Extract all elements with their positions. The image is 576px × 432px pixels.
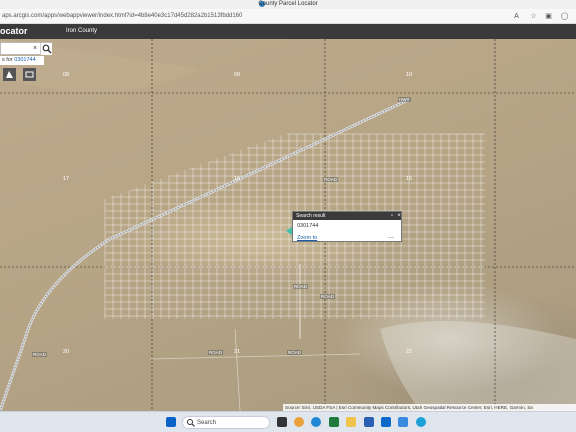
chrome-icon[interactable] — [294, 417, 304, 427]
road-label: ROAD — [287, 350, 303, 355]
maximize-icon[interactable]: ▫ — [389, 213, 395, 219]
locate-button[interactable] — [3, 68, 16, 81]
taskbar: Search — [0, 411, 576, 432]
start-icon[interactable] — [166, 417, 176, 427]
map-overlay — [0, 39, 576, 411]
section-label: 17 — [63, 176, 70, 182]
collections-icon[interactable]: ▣ — [544, 12, 553, 21]
search-button[interactable] — [40, 43, 52, 55]
read-aloud-icon[interactable]: A — [512, 12, 521, 21]
browser-icon[interactable] — [416, 417, 426, 427]
task-view-icon[interactable] — [277, 417, 287, 427]
profile-icon[interactable]: ◯ — [560, 12, 569, 21]
file-explorer-icon[interactable] — [346, 417, 356, 427]
app-header: ocator Iron County — [0, 24, 576, 39]
app-title: ocator — [0, 26, 28, 36]
edge-icon[interactable] — [311, 417, 321, 427]
wash-area — [380, 321, 576, 411]
road-label: ROAD — [320, 294, 336, 299]
road-line — [234, 328, 241, 411]
section-label: 21 — [234, 349, 241, 355]
road-label: ROAD — [323, 177, 339, 182]
layers-icon — [25, 71, 34, 78]
parcel-id: 0301744 — [297, 223, 319, 229]
address-bar[interactable]: aps.arcgis.com/apps/webappviewer/index.h… — [0, 9, 576, 24]
word-icon[interactable] — [364, 417, 374, 427]
map-attribution: Source: Esri, USDA FSA | Esri Community … — [283, 404, 576, 411]
search-suggestion[interactable]: s for 0301744 — [0, 56, 44, 65]
more-actions-button[interactable]: ... — [388, 233, 394, 240]
highway-line — [0, 97, 411, 411]
road-label: ROAD — [208, 350, 224, 355]
url-text[interactable]: aps.arcgis.com/apps/webappviewer/index.h… — [2, 12, 242, 21]
section-label: 08 — [63, 72, 70, 78]
search-result-popup: Search result ▫ × 0301744 Zoom to ... — [292, 211, 402, 242]
section-label: 10 — [406, 72, 413, 78]
basemap-button[interactable] — [23, 68, 36, 81]
search-icon — [42, 44, 52, 54]
road-line — [149, 353, 361, 360]
road-label: ROAD — [32, 352, 48, 357]
taskbar-search-label: Search — [197, 420, 217, 426]
locate-icon — [6, 71, 13, 78]
section-label: 09 — [234, 72, 241, 78]
popup-title: Search result — [296, 213, 326, 219]
search-icon — [187, 419, 195, 427]
section-label: 15 — [406, 176, 413, 182]
map-view[interactable]: 08 09 10 17 16 15 20 21 22 HWY ROAD ROAD… — [0, 39, 576, 411]
section-label: 20 — [63, 349, 70, 355]
section-label: 16 — [234, 176, 241, 182]
outlook-icon[interactable] — [381, 417, 391, 427]
taskbar-search[interactable]: Search — [182, 416, 270, 429]
popup-header: Search result ▫ × — [293, 212, 401, 220]
app-icon[interactable] — [398, 417, 408, 427]
road-label: ROAD — [293, 284, 309, 289]
clear-icon[interactable]: × — [31, 44, 39, 54]
close-icon[interactable]: × — [396, 213, 402, 219]
zoom-to-link[interactable]: Zoom to — [297, 235, 317, 241]
window-title: County Parcel Locator — [258, 1, 318, 7]
railroad-line — [0, 98, 411, 411]
window-titlebar: County Parcel Locator — [0, 0, 576, 9]
favorite-star-icon[interactable]: ☆ — [529, 12, 538, 21]
section-label: 22 — [406, 349, 413, 355]
map-title: Iron County — [66, 28, 98, 34]
suggestion-value: 0301744 — [14, 57, 36, 63]
road-label: HWY — [398, 97, 411, 102]
suggestion-prefix: s for — [2, 57, 15, 63]
excel-icon[interactable] — [329, 417, 339, 427]
